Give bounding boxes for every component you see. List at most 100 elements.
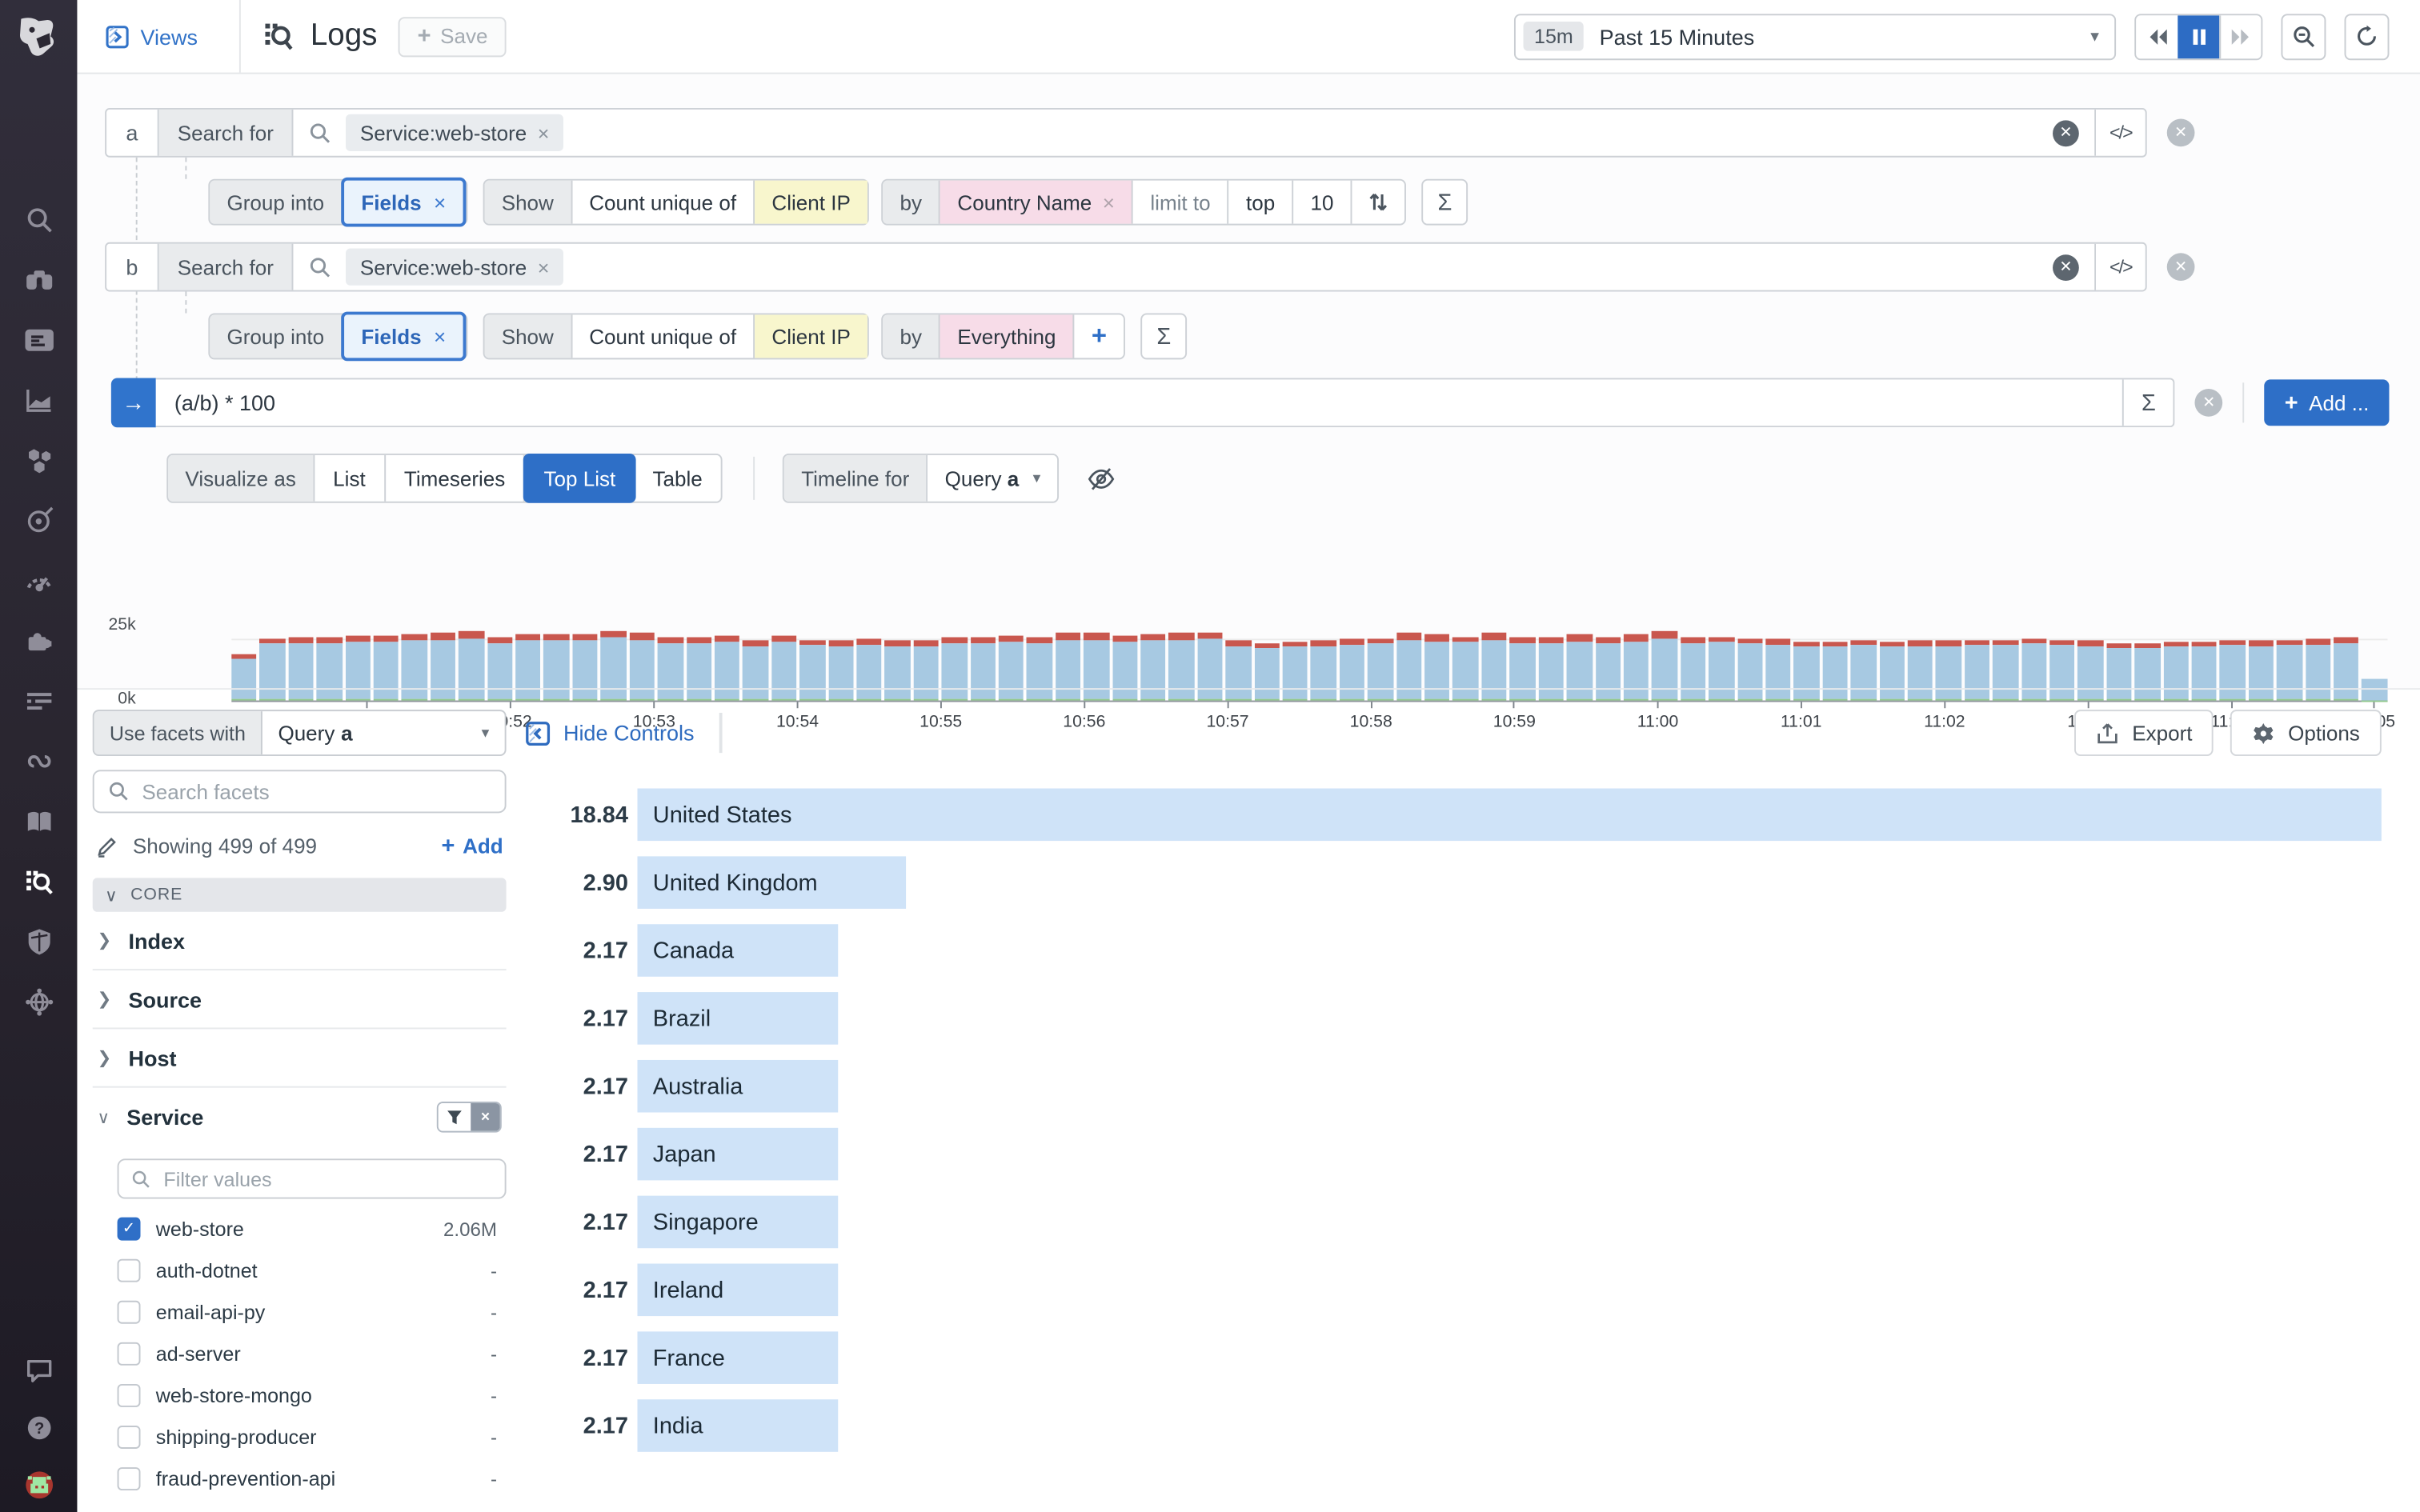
checkbox[interactable] xyxy=(118,1426,141,1449)
add-query-button[interactable]: + Add ... xyxy=(2265,379,2390,426)
metrics-chart-icon[interactable] xyxy=(20,381,57,418)
remove-group-icon[interactable]: × xyxy=(434,190,446,214)
notebook-icon[interactable] xyxy=(20,802,57,839)
add-by-field-button[interactable]: + xyxy=(1075,314,1124,358)
fast-forward-button[interactable] xyxy=(2219,14,2261,58)
use-facets-with-selector[interactable]: Use facets with Querya ▾ xyxy=(93,710,507,756)
query-input-b[interactable]: b Search for Service:web-store × ✕ </> xyxy=(105,242,2147,292)
apm-target-icon[interactable] xyxy=(20,502,57,538)
remove-formula-button[interactable]: ✕ xyxy=(2195,389,2223,417)
facet-row[interactable]: ❯ Host xyxy=(93,1029,507,1087)
top-list-row[interactable]: 18.84 United States xyxy=(525,789,2382,842)
viz-option-timeseries[interactable]: Timeseries xyxy=(386,455,526,502)
top-list-row[interactable]: 2.17 Ireland xyxy=(525,1264,2382,1317)
remove-token-icon[interactable]: × xyxy=(538,121,550,144)
filter-values[interactable] xyxy=(118,1158,507,1198)
clear-filter-icon[interactable]: × xyxy=(471,1103,500,1131)
edit-pencil-icon[interactable] xyxy=(96,834,119,858)
query-token[interactable]: Service:web-store × xyxy=(347,114,563,151)
top-list-row[interactable]: 2.17 Australia xyxy=(525,1060,2382,1113)
facet-row-service[interactable]: ∨ Service × xyxy=(93,1088,507,1146)
dashboards-icon[interactable] xyxy=(20,321,57,358)
rewind-button[interactable] xyxy=(2136,14,2178,58)
avatar[interactable] xyxy=(20,1466,57,1502)
facet-search-input[interactable] xyxy=(142,780,491,803)
checkbox[interactable] xyxy=(118,1342,141,1366)
limit-count-selector[interactable]: 10 xyxy=(1293,181,1352,224)
log-pipelines-icon[interactable] xyxy=(20,682,57,718)
remove-by-icon[interactable]: × xyxy=(1103,190,1115,214)
top-list-row[interactable]: 2.17 Japan xyxy=(525,1128,2382,1181)
code-view-toggle[interactable]: </> xyxy=(2094,244,2146,290)
top-list-row[interactable]: 2.17 Brazil xyxy=(525,992,2382,1045)
pause-button[interactable] xyxy=(2178,14,2219,58)
formula-sigma-button[interactable]: Σ xyxy=(1140,314,1187,360)
viz-option-table[interactable]: Table xyxy=(634,455,721,502)
viz-option-top-list[interactable]: Top List xyxy=(523,454,635,503)
chart-plot-area[interactable] xyxy=(231,622,2387,702)
chat-icon[interactable] xyxy=(20,1351,57,1388)
top-list-row[interactable]: 2.17 Canada xyxy=(525,924,2382,977)
hide-controls-button[interactable]: Hide Controls xyxy=(525,720,695,746)
filter-funnel-icon[interactable] xyxy=(439,1103,471,1131)
query-input-a[interactable]: a Search for Service:web-store × ✕ </> xyxy=(105,108,2147,158)
add-facet-button[interactable]: + Add xyxy=(442,833,503,859)
facet-search[interactable] xyxy=(93,770,507,813)
checkbox[interactable]: ✓ xyxy=(118,1218,141,1241)
aggregation-selector[interactable]: Count unique of xyxy=(572,181,755,224)
zoom-out-button[interactable] xyxy=(2281,13,2326,59)
checkbox[interactable] xyxy=(118,1301,141,1324)
clear-query-icon[interactable]: ✕ xyxy=(2053,254,2079,280)
remove-query-button[interactable]: ✕ xyxy=(2167,119,2195,147)
hide-timeline-icon[interactable] xyxy=(1087,464,1116,494)
facet-row[interactable]: ❯ Index xyxy=(93,912,507,970)
service-value-row[interactable]: web-store-mongo - xyxy=(93,1374,507,1416)
code-view-toggle[interactable]: </> xyxy=(2094,110,2146,156)
formula-sigma-button[interactable]: Σ xyxy=(2122,379,2174,426)
service-value-row[interactable]: shipping-producer - xyxy=(93,1416,507,1458)
remove-query-button[interactable]: ✕ xyxy=(2167,253,2195,281)
by-field-selector[interactable]: Country Name × xyxy=(940,181,1133,224)
sort-order-button[interactable] xyxy=(1352,181,1405,224)
log-explorer-icon[interactable] xyxy=(20,862,57,899)
options-button[interactable]: Options xyxy=(2231,710,2382,756)
remove-group-icon[interactable]: × xyxy=(434,325,446,348)
time-range-picker[interactable]: 15m Past 15 Minutes ▾ xyxy=(1514,13,2116,59)
formula-arrow-button[interactable]: → xyxy=(111,378,156,428)
timeline-query-selector[interactable]: Query a ▾ xyxy=(928,455,1057,502)
service-value-row[interactable]: email-api-py - xyxy=(93,1291,507,1333)
group-fields-selector[interactable]: Fields × xyxy=(341,178,466,227)
refresh-button[interactable] xyxy=(2345,13,2390,59)
query-token[interactable]: Service:web-store × xyxy=(347,249,563,286)
facet-group-core[interactable]: ∨ CORE xyxy=(93,878,507,911)
ci-link-icon[interactable] xyxy=(20,742,57,779)
save-button[interactable]: + Save xyxy=(399,16,506,56)
synthetics-globe-icon[interactable] xyxy=(20,983,57,1020)
limit-direction-selector[interactable]: top xyxy=(1229,181,1294,224)
watchdog-binoculars-icon[interactable] xyxy=(20,261,57,298)
gauge-icon[interactable] xyxy=(20,562,57,598)
service-value-row[interactable]: ✓ web-store 2.06M xyxy=(93,1208,507,1250)
remove-token-icon[interactable]: × xyxy=(538,255,550,278)
integrations-puzzle-icon[interactable] xyxy=(20,622,57,658)
measure-field-selector[interactable]: Client IP xyxy=(755,314,867,358)
security-shield-icon[interactable] xyxy=(20,922,57,959)
checkbox[interactable] xyxy=(118,1384,141,1407)
top-list-row[interactable]: 2.17 India xyxy=(525,1399,2382,1452)
service-value-row[interactable]: auth-dotnet - xyxy=(93,1250,507,1291)
infrastructure-hexagons-icon[interactable] xyxy=(20,442,57,478)
top-list-row[interactable]: 2.17 France xyxy=(525,1331,2382,1384)
viz-option-list[interactable]: List xyxy=(315,455,386,502)
facet-row[interactable]: ❯ Source xyxy=(93,970,507,1029)
formula-sigma-button[interactable]: Σ xyxy=(1421,179,1468,226)
search-icon[interactable] xyxy=(20,201,57,238)
help-icon[interactable]: ? xyxy=(20,1409,57,1446)
aggregation-selector[interactable]: Count unique of xyxy=(572,314,755,358)
by-field-selector[interactable]: Everything xyxy=(940,314,1074,358)
checkbox[interactable] xyxy=(118,1467,141,1490)
checkbox[interactable] xyxy=(118,1259,141,1282)
top-list-row[interactable]: 2.90 United Kingdom xyxy=(525,856,2382,909)
filter-values-input[interactable] xyxy=(163,1167,492,1190)
datadog-logo[interactable] xyxy=(10,10,68,68)
views-button[interactable]: Views xyxy=(105,24,198,49)
